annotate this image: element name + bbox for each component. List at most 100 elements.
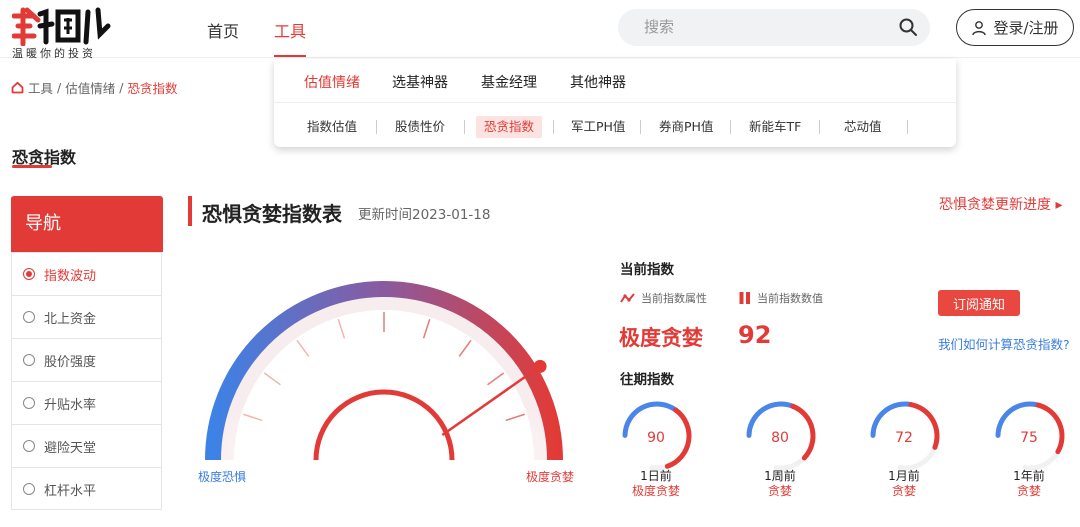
logo[interactable]: 温暖你的投资 xyxy=(12,4,112,60)
gauge-tick xyxy=(422,319,431,339)
past-index-title: 往期指数 xyxy=(620,372,674,388)
radio-icon xyxy=(23,268,35,280)
submenu-stock-bond[interactable]: 股债性价 xyxy=(387,116,453,138)
breadcrumb-sep: / xyxy=(57,80,62,95)
gauge-tick xyxy=(296,339,310,357)
tools-dropdown-menu: 估值情绪 选基神器 基金经理 其他神器 指数估值 股债性价 恐贪指数 军工PH值… xyxy=(274,59,956,147)
sidebar-title: 导航 xyxy=(11,196,163,252)
menu-valuation-sentiment[interactable]: 估值情绪 xyxy=(304,72,360,92)
current-value-label: 当前指数数值 xyxy=(757,292,823,305)
breadcrumb-current: 恐贪指数 xyxy=(127,81,178,96)
dropdown-divider xyxy=(274,102,956,103)
sidebar-item-label: 股价强度 xyxy=(44,354,97,370)
user-icon xyxy=(972,20,987,35)
search-icon[interactable] xyxy=(898,17,918,37)
nav-tools[interactable]: 工具 xyxy=(274,18,306,42)
sidebar-item-safe-haven[interactable]: 避险天堂 xyxy=(12,424,162,467)
past-state: 贪婪 xyxy=(767,484,792,498)
gauge-hub-arc xyxy=(313,389,455,461)
gauge-tick xyxy=(243,413,263,422)
nav-active-indicator xyxy=(274,55,306,57)
past-value: 72 xyxy=(895,430,913,446)
section-accent-bar xyxy=(188,196,192,226)
login-label: 登录/注册 xyxy=(993,19,1059,37)
sidebar-item-volatility[interactable]: 指数波动 xyxy=(12,252,162,295)
submenu-chip-value[interactable]: 芯动值 xyxy=(836,116,890,138)
gauge-needle-knob xyxy=(533,359,547,373)
sidebar-item-leverage[interactable]: 杠杆水平 xyxy=(12,467,162,510)
separator xyxy=(376,120,377,134)
search-box xyxy=(618,9,930,46)
nav-home[interactable]: 首页 xyxy=(207,18,239,42)
page-title-underline xyxy=(12,165,52,168)
separator xyxy=(730,120,731,134)
menu-other-tools[interactable]: 其他神器 xyxy=(570,72,626,92)
past-state: 极度贪婪 xyxy=(631,484,680,498)
subscribe-button[interactable]: 订阅通知 xyxy=(938,290,1020,316)
sidebar-item-label: 杠杆水平 xyxy=(44,483,97,499)
current-value-caption: 当前指数数值 xyxy=(738,290,823,306)
radio-icon xyxy=(23,311,35,323)
past-index-1w: 80 1周前 贪婪 xyxy=(743,398,823,503)
gauge-max-label: 极度贪婪 xyxy=(526,470,575,484)
current-attr-label: 当前指数属性 xyxy=(641,292,707,305)
gauge-min-label: 极度恐惧 xyxy=(198,470,247,484)
separator xyxy=(907,120,908,134)
home-icon[interactable] xyxy=(11,81,24,94)
submenu-military-ph[interactable]: 军工PH值 xyxy=(563,116,633,138)
logo-mark-icon xyxy=(12,7,111,46)
separator xyxy=(464,120,465,134)
section-title: 恐惧贪婪指数表 xyxy=(202,202,342,226)
menu-fund-picker[interactable]: 选基神器 xyxy=(392,72,448,92)
gauge-tick xyxy=(337,319,346,339)
submenu-ev-tf[interactable]: 新能车TF xyxy=(741,116,809,138)
separator xyxy=(640,120,641,134)
submenu-index-valuation[interactable]: 指数估值 xyxy=(299,116,365,138)
how-we-calculate-link[interactable]: 我们如何计算恐贪指数? xyxy=(938,334,1070,353)
fear-greed-gauge xyxy=(205,281,563,461)
current-index-title: 当前指数 xyxy=(620,262,674,278)
login-register-button[interactable]: 登录/注册 xyxy=(956,9,1074,46)
breadcrumb: 工具 / 估值情绪 / 恐贪指数 xyxy=(11,78,177,97)
radio-icon xyxy=(23,354,35,366)
past-index-1y: 75 1年前 贪婪 xyxy=(992,398,1072,503)
submenu-broker-ph[interactable]: 券商PH值 xyxy=(651,116,721,138)
sidebar-item-strength[interactable]: 股价强度 xyxy=(12,338,162,381)
slogan: 温暖你的投资 xyxy=(12,47,96,60)
current-value: 92 xyxy=(738,321,772,349)
gauge-tick xyxy=(458,339,472,357)
radio-icon xyxy=(23,483,35,495)
radio-icon xyxy=(23,440,35,452)
sidebar: 导航 指数波动 北上资金 股价强度 升贴水率 避险天堂 杠杆水平 xyxy=(11,196,163,510)
search-input[interactable] xyxy=(644,17,884,37)
top-header: 温暖你的投资 首页 工具 登录/注册 xyxy=(0,0,1080,60)
gauge-tick xyxy=(263,372,281,386)
gauge-tick xyxy=(505,413,525,422)
past-value: 80 xyxy=(771,430,789,446)
breadcrumb-valuation[interactable]: 估值情绪 xyxy=(65,78,115,97)
separator xyxy=(819,120,820,134)
breadcrumb-sep: / xyxy=(119,80,124,95)
sidebar-item-label: 北上资金 xyxy=(44,311,97,327)
sidebar-item-northbound[interactable]: 北上资金 xyxy=(12,295,162,338)
past-value: 90 xyxy=(647,430,665,446)
past-state: 贪婪 xyxy=(1016,484,1041,498)
sidebar-item-premium[interactable]: 升贴水率 xyxy=(12,381,162,424)
breadcrumb-tools[interactable]: 工具 xyxy=(28,78,53,97)
current-attr-caption: 当前指数属性 xyxy=(620,290,707,306)
past-state: 贪婪 xyxy=(891,484,916,498)
menu-fund-manager[interactable]: 基金经理 xyxy=(481,72,537,92)
past-index-1d: 90 1日前 极度贪婪 xyxy=(619,398,699,503)
current-attr: 极度贪婪 xyxy=(619,326,703,350)
sidebar-item-label: 避险天堂 xyxy=(44,440,97,456)
update-progress-link[interactable]: 恐惧贪婪更新进度 ▸ xyxy=(939,194,1062,214)
trend-icon xyxy=(620,293,635,303)
sidebar-item-label: 指数波动 xyxy=(44,268,97,284)
separator xyxy=(553,120,554,134)
past-value: 75 xyxy=(1020,430,1038,446)
sidebar-item-label: 升贴水率 xyxy=(44,397,97,413)
bar-chart-icon xyxy=(739,292,750,304)
submenu-fear-greed[interactable]: 恐贪指数 xyxy=(476,116,543,138)
radio-icon xyxy=(23,397,35,409)
past-index-1m: 72 1月前 贪婪 xyxy=(867,398,947,503)
